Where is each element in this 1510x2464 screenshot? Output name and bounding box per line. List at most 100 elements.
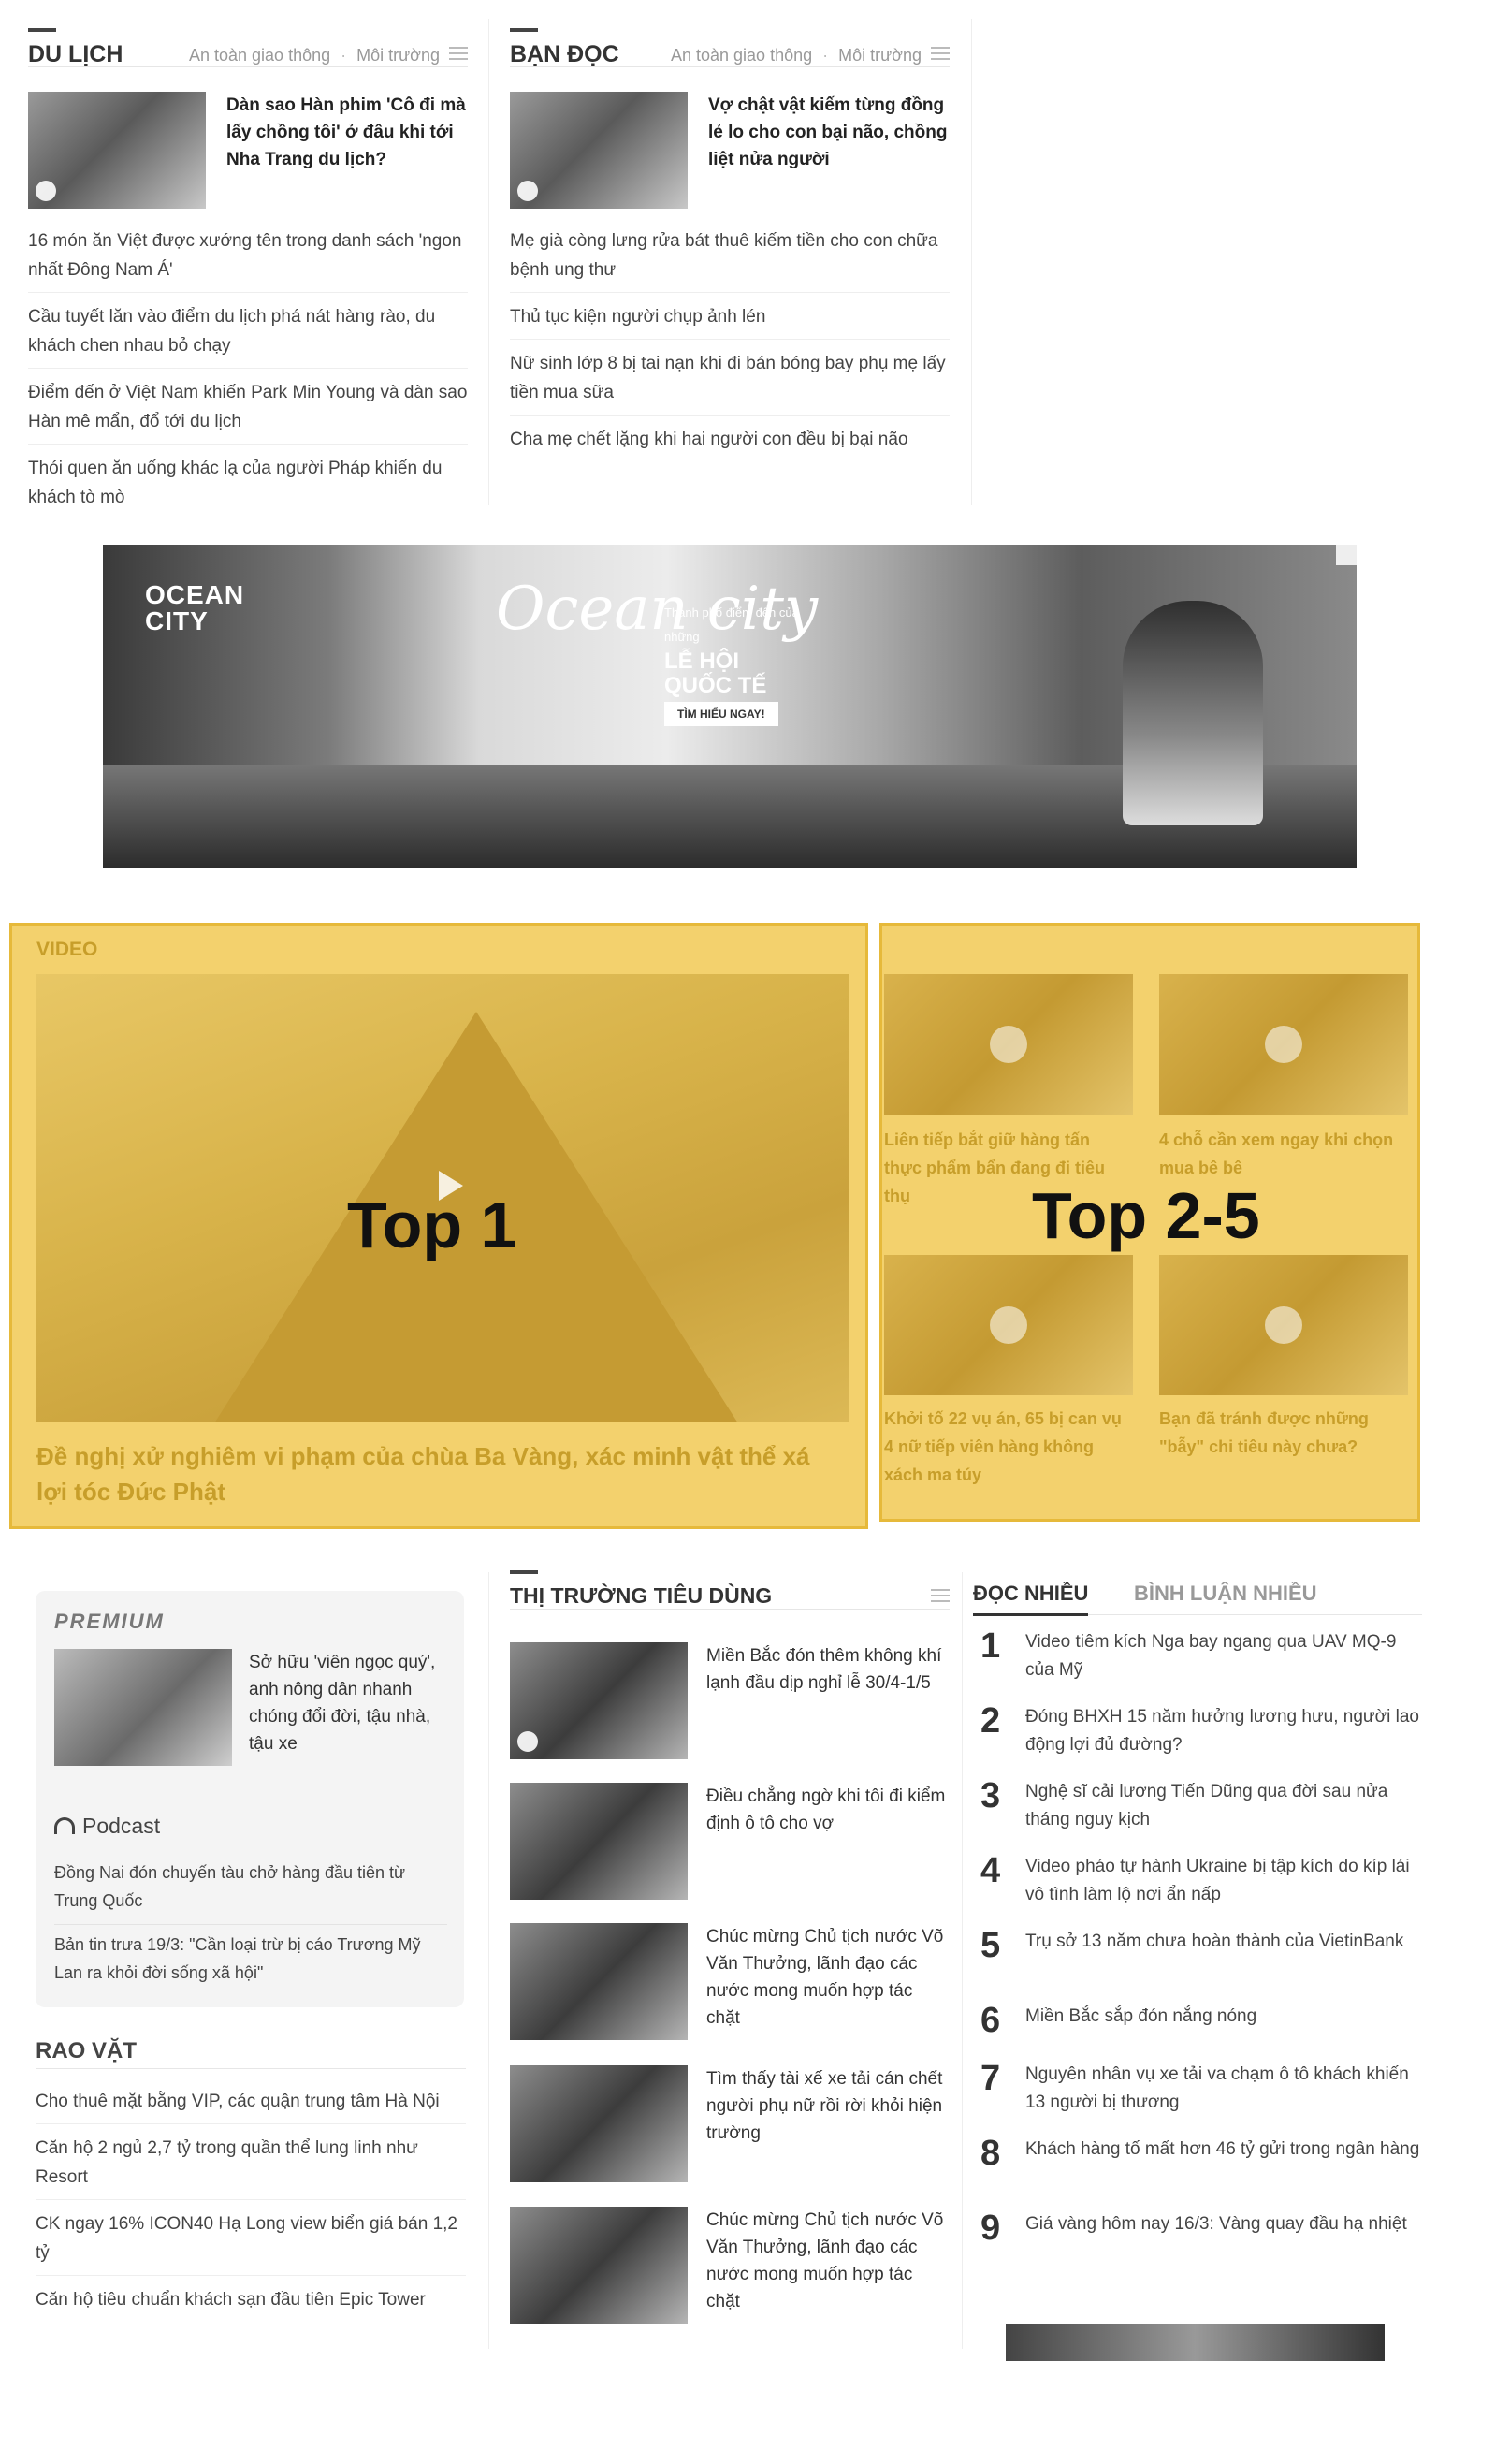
market-title[interactable]: Tìm thấy tài xế xe tải cán chết người ph… (706, 2065, 950, 2147)
list-item[interactable]: Cha mẹ chết lặng khi hai người con đều b… (510, 416, 950, 461)
market-thumbnail[interactable] (510, 1642, 688, 1759)
banner-headline: LỄ HỘI QUỐC TẾ (664, 649, 767, 698)
ranked-title[interactable]: Nguyên nhân vụ xe tải va chạm ô tô khách… (1025, 2064, 1409, 2112)
column-divider (488, 19, 489, 505)
classified-item[interactable]: Căn hộ 2 ngủ 2,7 tỷ trong quần thể lung … (36, 2124, 466, 2200)
ranked-title[interactable]: Miền Bắc sắp đón nắng nóng (1025, 2006, 1256, 2026)
ban-doc-featured[interactable]: Vợ chật vật kiếm từng đồng lẻ lo cho con… (510, 92, 951, 213)
market-thumbnail[interactable] (510, 1783, 688, 1900)
market-title[interactable]: Chúc mừng Chủ tịch nước Võ Văn Thưởng, l… (706, 2207, 950, 2315)
classified-item[interactable]: Cho thuê mặt bằng VIP, các quận trung tâ… (36, 2078, 466, 2124)
market-item[interactable]: Chúc mừng Chủ tịch nước Võ Văn Thưởng, l… (510, 2207, 950, 2328)
section-tick (510, 1570, 538, 1574)
market-item[interactable]: Miền Bắc đón thêm không khí lạnh đầu dịp… (510, 1642, 950, 1764)
video-caption[interactable]: Khởi tố 22 vụ án, 65 bị can vụ 4 nữ tiếp… (884, 1405, 1129, 1489)
ranked-item[interactable]: 9 Giá vàng hôm nay 16/3: Vàng quay đầu hạ… (973, 2210, 1422, 2268)
ranked-title[interactable]: Nghệ sĩ cải lương Tiến Dũng qua đời sau … (1025, 1782, 1387, 1830)
column-divider (962, 1572, 963, 2349)
subcategory-link[interactable]: An toàn giao thông (189, 46, 330, 65)
banner-cta-button[interactable]: TÌM HIỂU NGAY! (664, 702, 778, 726)
classified-item[interactable]: Căn hộ tiêu chuẩn khách sạn đầu tiên Epi… (36, 2276, 466, 2315)
video-main-caption[interactable]: Đề nghị xử nghiêm vi phạm của chùa Ba Và… (36, 1438, 841, 1509)
video-caption[interactable]: 4 chỗ cần xem ngay khi chọn mua bê bê (1159, 1126, 1404, 1182)
list-item[interactable]: Cầu tuyết lăn vào điểm du lịch phá nát h… (28, 293, 468, 369)
ranked-item[interactable]: 7 Nguyên nhân vụ xe tải va chạm ô tô khác… (973, 2061, 1422, 2119)
play-icon[interactable] (990, 1026, 1027, 1063)
market-item[interactable]: Tìm thấy tài xế xe tải cán chết người ph… (510, 2065, 950, 2187)
ranked-item[interactable]: 4 Video pháo tự hành Ukraine bị tập kích … (973, 1853, 1422, 1911)
play-icon[interactable] (1265, 1306, 1302, 1344)
banner-subline: Thành phố điểm đến của những (664, 605, 799, 644)
market-thumbnail[interactable] (510, 2065, 688, 2182)
subcategory-link[interactable]: Môi trường (330, 46, 440, 65)
subcategory-link[interactable]: Môi trường (812, 46, 922, 65)
market-thumbnail[interactable] (510, 2207, 688, 2324)
video-caption[interactable]: Bạn đã tránh được những "bẫy" chi tiêu n… (1159, 1405, 1404, 1461)
menu-icon[interactable] (931, 47, 950, 60)
featured-thumbnail[interactable] (28, 92, 206, 209)
premium-logo[interactable]: PREMIUM (54, 1610, 165, 1634)
rank-number: 1 (980, 1626, 1001, 1666)
premium-title[interactable]: Sở hữu 'viên ngọc quý', anh nông dân nha… (249, 1649, 455, 1757)
rank-number: 6 (980, 2001, 1001, 2040)
menu-icon[interactable] (449, 47, 468, 60)
video-label[interactable]: VIDEO (36, 939, 97, 961)
ranked-title[interactable]: Video tiêm kích Nga bay ngang qua UAV MQ… (1025, 1632, 1396, 1680)
market-item[interactable]: Điều chẳng ngờ khi tôi đi kiểm định ô tô… (510, 1783, 950, 1904)
video-thumbnail[interactable] (1159, 974, 1408, 1115)
ad-choices-icon[interactable] (1336, 545, 1357, 565)
ranked-item[interactable]: 6 Miền Bắc sắp đón nắng nóng (973, 2003, 1422, 2040)
ranked-title[interactable]: Trụ sở 13 năm chưa hoàn thành của Vietin… (1025, 1932, 1403, 1951)
section-tick (28, 28, 56, 32)
ranked-title[interactable]: Giá vàng hôm nay 16/3: Vàng quay đầu hạ … (1025, 2214, 1407, 2234)
list-item[interactable]: 16 món ăn Việt được xướng tên trong danh… (28, 217, 468, 293)
list-item[interactable]: Thói quen ăn uống khác lạ của người Pháp… (28, 445, 468, 519)
list-item[interactable]: Thủ tục kiện người chụp ảnh lén (510, 293, 950, 340)
list-item[interactable]: Mẹ già còng lưng rửa bát thuê kiếm tiền … (510, 217, 950, 293)
featured-title[interactable]: Vợ chật vật kiếm từng đồng lẻ lo cho con… (708, 92, 951, 173)
tab-binh-luan-nhieu[interactable]: BÌNH LUẬN NHIỀU (1134, 1582, 1317, 1606)
ranked-item[interactable]: 3 Nghệ sĩ cải lương Tiến Dũng qua đời sau… (973, 1778, 1422, 1836)
ranked-title[interactable]: Đóng BHXH 15 năm hưởng lương hưu, người … (1025, 1707, 1419, 1755)
menu-icon[interactable] (931, 1589, 950, 1602)
ranked-title[interactable]: Video pháo tự hành Ukraine bị tập kích d… (1025, 1857, 1410, 1904)
ranked-item[interactable]: 8 Khách hàng tố mất hơn 46 tỷ gửi trong n… (973, 2136, 1422, 2194)
podcast-item[interactable]: Bản tin trưa 19/3: "Cần loại trừ bị cáo … (54, 1925, 447, 1996)
banner-model-image (1123, 601, 1263, 825)
podcast-header[interactable]: Podcast (54, 1814, 160, 1839)
ban-doc-header: BẠN ĐỌC An toàn giao thôngMôi trường (510, 28, 950, 68)
market-thumbnail[interactable] (510, 1923, 688, 2040)
list-item[interactable]: Nữ sinh lớp 8 bị tai nạn khi đi bán bóng… (510, 340, 950, 416)
market-title[interactable]: Điều chẳng ngờ khi tôi đi kiểm định ô tô… (706, 1783, 950, 1837)
ocean-city-ad-banner[interactable]: OCEAN CITY Ocean city Thành phố điểm đến… (103, 545, 1357, 868)
rao-vat-title[interactable]: RAO VẶT (36, 2038, 137, 2064)
play-icon[interactable] (990, 1306, 1027, 1344)
market-item[interactable]: Chúc mừng Chủ tịch nước Võ Văn Thưởng, l… (510, 1923, 950, 2045)
podcast-list: Đồng Nai đón chuyến tàu chở hàng đầu tiê… (54, 1853, 447, 1996)
ban-doc-title[interactable]: BẠN ĐỌC (510, 41, 619, 68)
subcategory-link[interactable]: An toàn giao thông (671, 46, 812, 65)
video-thumbnail[interactable] (1159, 1255, 1408, 1395)
du-lich-featured[interactable]: Dàn sao Hàn phim 'Cô đi mà lấy chồng tôi… (28, 92, 470, 213)
video-thumbnail[interactable] (884, 1255, 1133, 1395)
market-title[interactable]: Chúc mừng Chủ tịch nước Võ Văn Thưởng, l… (706, 1923, 950, 2032)
rank-number: 9 (980, 2209, 1001, 2248)
list-item[interactable]: Điểm đến ở Việt Nam khiến Park Min Young… (28, 369, 468, 445)
ranked-title[interactable]: Khách hàng tố mất hơn 46 tỷ gửi trong ng… (1025, 2139, 1419, 2159)
ranked-item[interactable]: 1 Video tiêm kích Nga bay ngang qua UAV M… (973, 1628, 1422, 1686)
featured-title[interactable]: Dàn sao Hàn phim 'Cô đi mà lấy chồng tôi… (226, 92, 470, 173)
tab-doc-nhieu[interactable]: ĐỌC NHIỀU (973, 1582, 1089, 1616)
premium-thumbnail[interactable] (54, 1649, 232, 1766)
ranking-tabs: ĐỌC NHIỀU BÌNH LUẬN NHIỀU (973, 1572, 1422, 1616)
featured-thumbnail[interactable] (510, 92, 688, 209)
du-lich-title[interactable]: DU LỊCH (28, 41, 123, 68)
ranking-bottom-image[interactable] (1006, 2324, 1385, 2361)
video-thumbnail[interactable] (884, 974, 1133, 1115)
thi-truong-title[interactable]: THỊ TRƯỜNG TIÊU DÙNG (510, 1583, 772, 1609)
ranked-item[interactable]: 5 Trụ sở 13 năm chưa hoàn thành của Vieti… (973, 1928, 1422, 1986)
market-title[interactable]: Miền Bắc đón thêm không khí lạnh đầu dịp… (706, 1642, 950, 1697)
play-icon[interactable] (1265, 1026, 1302, 1063)
classified-item[interactable]: CK ngay 16% ICON40 Hạ Long view biển giá… (36, 2200, 466, 2276)
ranked-item[interactable]: 2 Đóng BHXH 15 năm hưởng lương hưu, người… (973, 1703, 1422, 1761)
podcast-item[interactable]: Đồng Nai đón chuyến tàu chở hàng đầu tiê… (54, 1853, 447, 1925)
